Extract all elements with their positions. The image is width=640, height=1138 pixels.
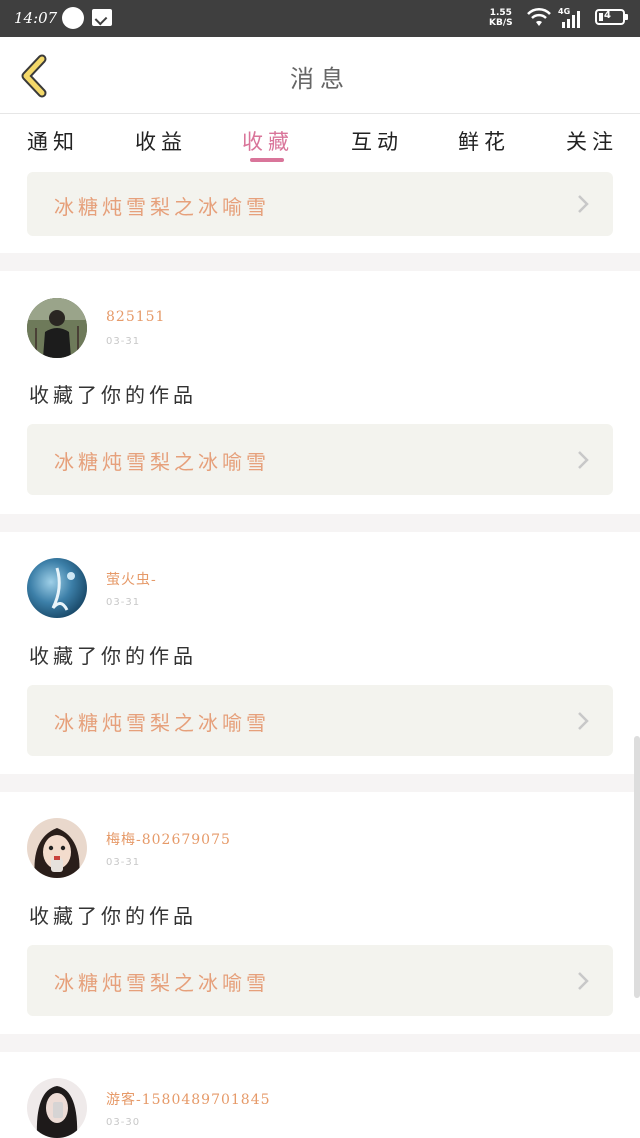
- tab-earnings[interactable]: 收益: [135, 126, 187, 156]
- tab-flowers[interactable]: 鲜花: [458, 126, 510, 156]
- wifi-icon: [527, 7, 551, 26]
- status-time: 14:07: [14, 9, 58, 27]
- network-speed: 1.55 KB/S: [489, 8, 513, 28]
- network-speed-unit: KB/S: [489, 18, 513, 28]
- scrollbar[interactable]: [634, 736, 640, 998]
- list-item: 梅梅-802679075 03-31 收藏了你的作品 冰糖炖雪梨之冰喻雪: [0, 792, 640, 1034]
- tab-interactions[interactable]: 互动: [351, 126, 403, 156]
- cellular-signal-icon: 4G: [558, 7, 580, 28]
- activity-text: 收藏了你的作品: [29, 383, 197, 407]
- timestamp: 03-30: [106, 1117, 141, 1128]
- list-item: 825151 03-31 收藏了你的作品 冰糖炖雪梨之冰喻雪: [0, 271, 640, 514]
- activity-text: 收藏了你的作品: [29, 904, 197, 928]
- work-title: 冰糖炖雪梨之冰喻雪: [54, 711, 270, 735]
- username[interactable]: 825151: [106, 309, 165, 325]
- status-bar: 14:07 1.55 KB/S 4G 4: [0, 0, 640, 37]
- avatar[interactable]: [27, 818, 87, 878]
- list-item: 冰糖炖雪梨之冰喻雪: [0, 167, 640, 253]
- app-header: 消息: [0, 37, 640, 114]
- chevron-right-icon: [578, 712, 589, 730]
- network-type: 4G: [558, 7, 570, 16]
- work-title: 冰糖炖雪梨之冰喻雪: [54, 450, 270, 474]
- active-tab-indicator: [250, 158, 284, 162]
- tab-following[interactable]: 关注: [566, 126, 618, 156]
- image-notification-icon: [92, 9, 112, 26]
- work-link[interactable]: 冰糖炖雪梨之冰喻雪: [27, 424, 613, 495]
- avatar[interactable]: [27, 1078, 87, 1138]
- timestamp: 03-31: [106, 857, 141, 868]
- tab-favorites[interactable]: 收藏: [242, 126, 294, 156]
- username[interactable]: 梅梅-802679075: [106, 829, 231, 849]
- list-item: 萤火虫- 03-31 收藏了你的作品 冰糖炖雪梨之冰喻雪: [0, 532, 640, 774]
- timestamp: 03-31: [106, 336, 141, 347]
- work-title: 冰糖炖雪梨之冰喻雪: [54, 195, 270, 219]
- battery-level: 4: [604, 10, 611, 21]
- battery-icon: 4: [595, 9, 628, 25]
- tab-notifications[interactable]: 通知: [27, 126, 79, 156]
- work-title: 冰糖炖雪梨之冰喻雪: [54, 971, 270, 995]
- chevron-right-icon: [578, 972, 589, 990]
- chat-notification-icon: [62, 7, 84, 29]
- timestamp: 03-31: [106, 597, 141, 608]
- chevron-right-icon: [578, 451, 589, 469]
- network-speed-value: 1.55: [489, 8, 512, 18]
- work-link[interactable]: 冰糖炖雪梨之冰喻雪: [27, 945, 613, 1016]
- work-link[interactable]: 冰糖炖雪梨之冰喻雪: [27, 172, 613, 236]
- avatar[interactable]: [27, 558, 87, 618]
- username[interactable]: 萤火虫-: [106, 569, 157, 589]
- page-title: 消息: [290, 65, 350, 93]
- work-link[interactable]: 冰糖炖雪梨之冰喻雪: [27, 685, 613, 756]
- activity-text: 收藏了你的作品: [29, 644, 197, 668]
- avatar[interactable]: [27, 298, 87, 358]
- list-item: 游客-1580489701845 03-30: [0, 1052, 640, 1138]
- tab-bar: 通知 收益 收藏 互动 鲜花 关注: [0, 114, 640, 167]
- username[interactable]: 游客-1580489701845: [106, 1089, 271, 1109]
- chevron-right-icon: [578, 195, 589, 213]
